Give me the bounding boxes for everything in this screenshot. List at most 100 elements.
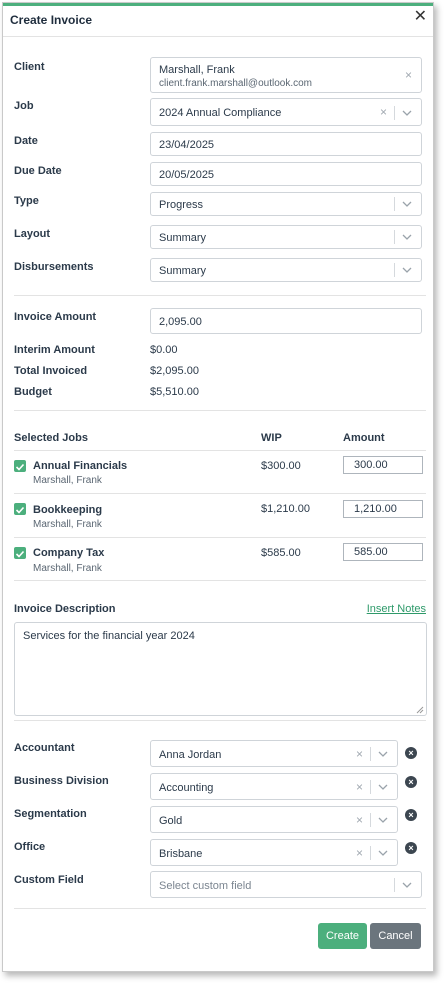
job-name: Bookkeeping — [33, 504, 103, 516]
remove-circle-x-icon[interactable]: × — [405, 747, 417, 759]
invoice-amount-label: Invoice Amount — [14, 311, 97, 323]
select-separator — [394, 230, 395, 244]
segmentation-value: Gold — [159, 815, 183, 827]
remove-circle-x-icon[interactable]: × — [405, 776, 417, 788]
date-value: 23/04/2025 — [159, 139, 215, 151]
layout-label: Layout — [14, 228, 51, 240]
budget-value: $5,510.00 — [150, 386, 199, 398]
chevron-down-icon[interactable] — [402, 265, 412, 275]
close-icon[interactable]: ✕ — [414, 9, 427, 25]
office-select[interactable]: Brisbane × — [150, 839, 398, 866]
type-value: Progress — [159, 199, 204, 211]
job-amount-input[interactable]: 300.00 — [343, 456, 423, 474]
job-name: Annual Financials — [33, 460, 128, 472]
total-invoiced-value: $2,095.00 — [150, 365, 199, 377]
accountant-value: Anna Jordan — [159, 749, 222, 761]
segmentation-select[interactable]: Gold × — [150, 806, 398, 833]
clear-x-icon[interactable]: × — [405, 68, 412, 82]
divider — [14, 493, 426, 494]
accountant-select[interactable]: Anna Jordan × — [150, 740, 398, 767]
client-select[interactable]: Marshall, Frank client.frank.marshall@ou… — [150, 57, 422, 93]
business-division-select[interactable]: Accounting × — [150, 773, 398, 800]
layout-value: Summary — [159, 232, 207, 244]
clear-x-icon[interactable]: × — [356, 813, 363, 827]
type-select[interactable]: Progress — [150, 192, 422, 216]
job-client: Marshall, Frank — [33, 563, 102, 574]
table-header-divider — [14, 450, 426, 451]
chevron-down-icon[interactable] — [402, 199, 412, 209]
cancel-button[interactable]: Cancel — [370, 923, 421, 949]
office-value: Brisbane — [159, 848, 203, 860]
create-button[interactable]: Create — [318, 923, 367, 949]
client-name: Marshall, Frank — [159, 64, 235, 76]
job-wip: $1,210.00 — [261, 503, 310, 515]
invoice-amount-value: 2,095.00 — [159, 316, 202, 328]
select-separator — [370, 780, 371, 794]
divider — [14, 410, 426, 411]
clear-x-icon[interactable]: × — [356, 846, 363, 860]
due-date-label: Due Date — [14, 165, 62, 177]
remove-circle-x-icon[interactable]: × — [405, 809, 417, 821]
job-amount-input[interactable]: 585.00 — [343, 543, 423, 561]
job-wip: $300.00 — [261, 460, 301, 472]
remove-circle-x-icon[interactable]: × — [405, 842, 417, 854]
invoice-amount-input[interactable]: 2,095.00 — [150, 308, 422, 334]
date-label: Date — [14, 135, 38, 147]
job-select[interactable]: 2024 Annual Compliance × — [150, 98, 422, 126]
insert-notes-link[interactable]: Insert Notes — [367, 603, 426, 615]
clear-x-icon[interactable]: × — [356, 747, 363, 761]
header-divider — [3, 36, 433, 37]
chevron-down-icon[interactable] — [378, 782, 388, 792]
checkbox-checked-icon[interactable] — [14, 503, 26, 515]
divider — [14, 908, 426, 909]
due-date-value: 20/05/2025 — [159, 169, 215, 181]
select-separator — [394, 106, 395, 120]
select-separator — [394, 197, 395, 211]
divider — [14, 720, 426, 721]
job-wip: $585.00 — [261, 547, 301, 559]
chevron-down-icon[interactable] — [378, 749, 388, 759]
select-separator — [394, 878, 395, 892]
select-separator — [370, 747, 371, 761]
budget-label: Budget — [14, 386, 52, 398]
amount-header: Amount — [343, 432, 385, 444]
disbursements-label: Disbursements — [14, 261, 94, 273]
invoice-description-label: Invoice Description — [14, 603, 116, 615]
client-email: client.frank.marshall@outlook.com — [159, 78, 312, 89]
selected-jobs-header: Selected Jobs — [14, 432, 88, 444]
resize-handle-icon[interactable] — [416, 705, 424, 714]
interim-amount-label: Interim Amount — [14, 344, 95, 356]
business-division-label: Business Division — [14, 775, 109, 787]
chevron-down-icon[interactable] — [402, 108, 412, 118]
dialog-title: Create Invoice — [10, 13, 93, 27]
chevron-down-icon[interactable] — [402, 232, 412, 242]
job-value: 2024 Annual Compliance — [159, 107, 282, 119]
due-date-input[interactable]: 20/05/2025 — [150, 162, 422, 186]
invoice-description-text: Services for the financial year 2024 — [23, 630, 195, 642]
custom-field-placeholder: Select custom field — [159, 880, 252, 892]
divider — [14, 537, 426, 538]
clear-x-icon[interactable]: × — [356, 780, 363, 794]
disbursements-select[interactable]: Summary — [150, 258, 422, 282]
job-label: Job — [14, 100, 34, 112]
segmentation-label: Segmentation — [14, 808, 87, 820]
custom-field-select[interactable]: Select custom field — [150, 871, 422, 898]
date-input[interactable]: 23/04/2025 — [150, 132, 422, 156]
invoice-description-textarea[interactable]: Services for the financial year 2024 — [14, 622, 427, 716]
chevron-down-icon[interactable] — [378, 848, 388, 858]
chevron-down-icon[interactable] — [402, 880, 412, 890]
select-separator — [394, 263, 395, 277]
checkbox-checked-icon[interactable] — [14, 460, 26, 472]
wip-header: WIP — [261, 432, 282, 444]
checkbox-checked-icon[interactable] — [14, 547, 26, 559]
layout-select[interactable]: Summary — [150, 225, 422, 249]
select-separator — [370, 846, 371, 860]
interim-amount-value: $0.00 — [150, 344, 178, 356]
create-invoice-dialog: Create Invoice ✕ Client Marshall, Frank … — [2, 2, 434, 972]
job-client: Marshall, Frank — [33, 519, 102, 530]
job-amount-input[interactable]: 1,210.00 — [343, 500, 423, 518]
clear-x-icon[interactable]: × — [380, 105, 387, 119]
custom-field-label: Custom Field — [14, 874, 84, 886]
chevron-down-icon[interactable] — [378, 815, 388, 825]
type-label: Type — [14, 195, 39, 207]
